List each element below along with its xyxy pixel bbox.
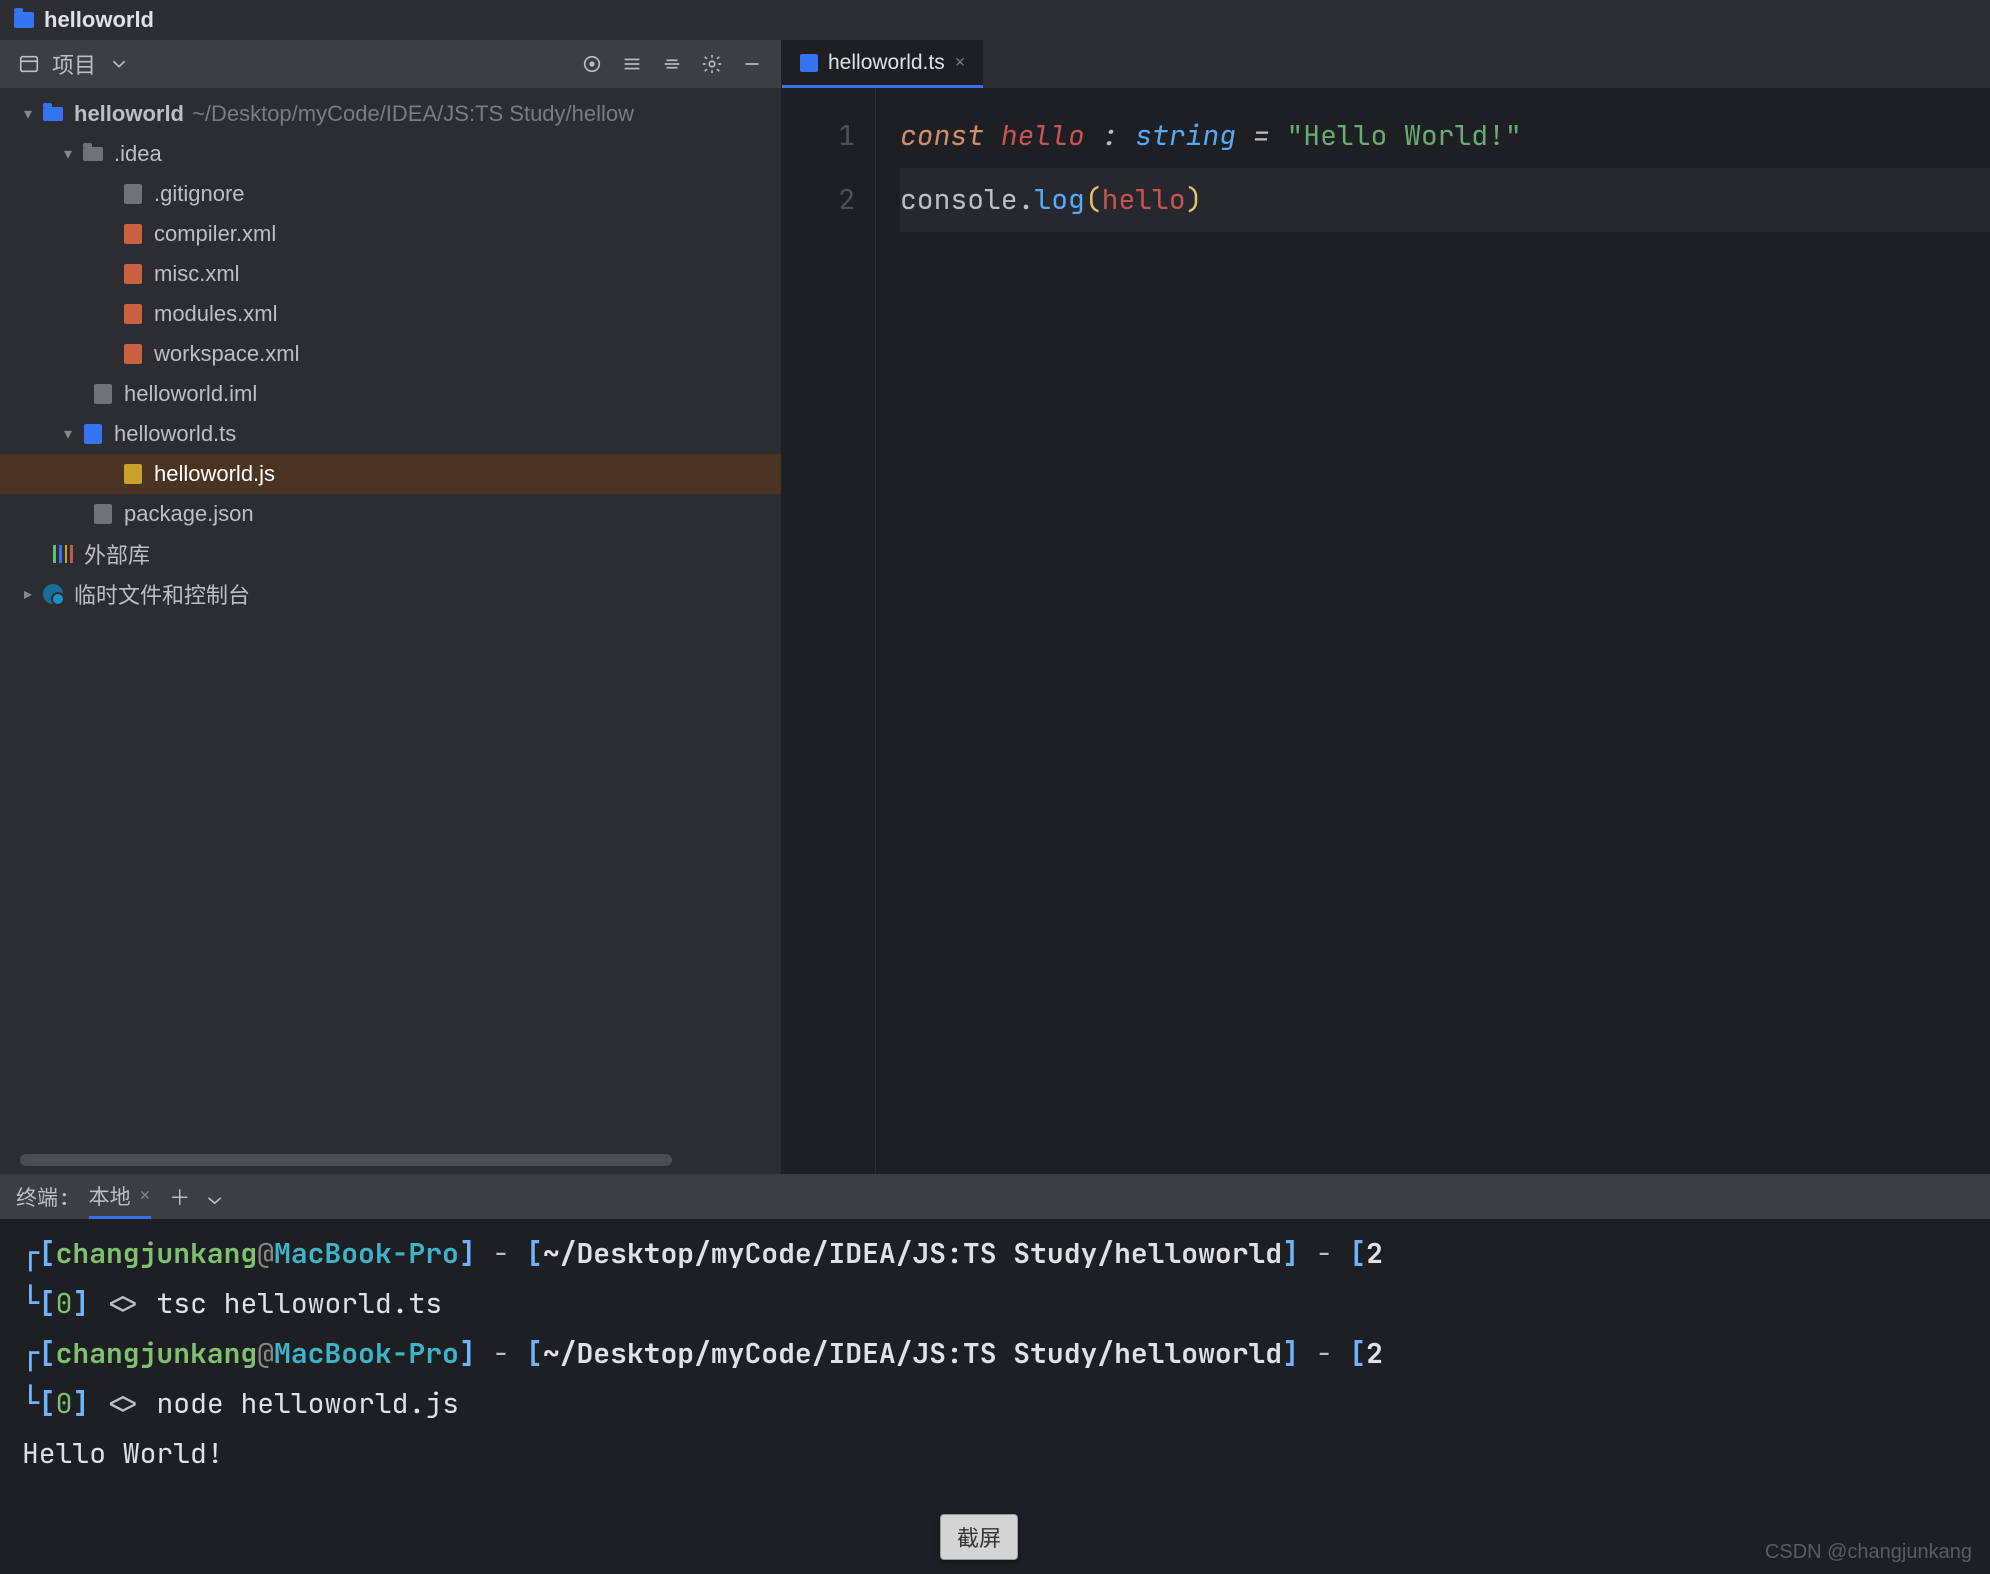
json-file-icon: [94, 504, 112, 524]
tree-root[interactable]: ▾ helloworld ~/Desktop/myCode/IDEA/JS:TS…: [0, 94, 781, 134]
tree-helloworld-js[interactable]: helloworld.js: [0, 454, 781, 494]
xml-file-icon: [124, 304, 142, 324]
chevron-down-icon: ▾: [18, 104, 38, 124]
screenshot-button[interactable]: 截屏: [940, 1514, 1018, 1560]
project-title: helloworld: [44, 7, 154, 33]
tree-label: helloworld.iml: [124, 381, 257, 407]
tree-compiler-xml[interactable]: compiler.xml: [0, 214, 781, 254]
xml-file-icon: [124, 344, 142, 364]
xml-file-icon: [124, 224, 142, 244]
js-file-icon: [124, 464, 142, 484]
chevron-down-icon: ▾: [58, 424, 78, 444]
code-line: console.log(hello): [900, 168, 1990, 232]
tree-misc-xml[interactable]: misc.xml: [0, 254, 781, 294]
expand-all-icon[interactable]: [619, 51, 645, 77]
tree-label: 临时文件和控制台: [74, 578, 250, 610]
line-number: 1: [782, 104, 855, 168]
window-titlebar: helloworld: [0, 0, 1990, 40]
close-icon[interactable]: ×: [139, 1182, 152, 1209]
tree-label: package.json: [124, 501, 254, 527]
chevron-down-icon: ▾: [58, 144, 78, 164]
gitignore-file-icon: [124, 184, 142, 204]
tree-label: compiler.xml: [154, 221, 276, 247]
xml-file-icon: [124, 264, 142, 284]
chevron-right-icon: ▸: [18, 584, 38, 604]
tree-external-libs[interactable]: 外部库: [0, 534, 781, 574]
tree-scratches[interactable]: ▸ 临时文件和控制台: [0, 574, 781, 614]
gear-icon[interactable]: [699, 51, 725, 77]
code-body[interactable]: const hello : string = "Hello World!" co…: [876, 88, 1990, 1174]
tree-modules-xml[interactable]: modules.xml: [0, 294, 781, 334]
tree-root-name: helloworld: [74, 101, 184, 127]
tree-label: workspace.xml: [154, 341, 299, 367]
tree-iml[interactable]: helloworld.iml: [0, 374, 781, 414]
add-terminal-button[interactable]: ＋: [169, 1182, 190, 1212]
tree-label: .gitignore: [154, 181, 245, 207]
terminal-tab-local[interactable]: 本地 ×: [89, 1175, 152, 1219]
folder-icon: [83, 147, 103, 161]
iml-file-icon: [94, 384, 112, 404]
line-gutter: 1 2: [782, 88, 876, 1174]
project-folder-icon: [14, 12, 34, 28]
terminal-tab-label: 本地: [89, 1181, 131, 1211]
libraries-icon: [53, 545, 73, 563]
line-number: 2: [782, 168, 855, 232]
sidebar-toolbar: 项目: [0, 40, 781, 88]
ts-file-icon: [84, 424, 102, 444]
editor-tab-helloworld-ts[interactable]: helloworld.ts ×: [782, 40, 983, 88]
tree-workspace-xml[interactable]: workspace.xml: [0, 334, 781, 374]
sidebar-horizontal-scrollbar[interactable]: [20, 1154, 761, 1166]
ts-file-icon: [800, 54, 818, 72]
terminal-panel-label: 终端:: [16, 1182, 71, 1212]
folder-icon: [43, 107, 63, 121]
tree-label: helloworld.ts: [114, 421, 236, 447]
project-sidebar: 项目 ▾ helloworld ~/Desktop/myCode/IDEA/JS…: [0, 40, 782, 1174]
tree-package-json[interactable]: package.json: [0, 494, 781, 534]
tree-label: helloworld.js: [154, 461, 275, 487]
terminal-tabs: 终端: 本地 × ＋ ⌄: [0, 1175, 1990, 1219]
tree-label: 外部库: [84, 538, 150, 570]
tree-gitignore[interactable]: .gitignore: [0, 174, 781, 214]
editor-area: helloworld.ts × 1 2 const hello : string…: [782, 40, 1990, 1174]
tree-idea-folder[interactable]: ▾ .idea: [0, 134, 781, 174]
hide-panel-icon[interactable]: [739, 51, 765, 77]
editor-tabs: helloworld.ts ×: [782, 40, 1990, 88]
code-editor[interactable]: 1 2 const hello : string = "Hello World!…: [782, 88, 1990, 1174]
sidebar-title: 项目: [52, 48, 96, 80]
scratch-icon: [43, 584, 63, 604]
tree-helloworld-ts[interactable]: ▾ helloworld.ts: [0, 414, 781, 454]
tree-label: misc.xml: [154, 261, 240, 287]
close-icon[interactable]: ×: [955, 52, 966, 73]
project-tree: ▾ helloworld ~/Desktop/myCode/IDEA/JS:TS…: [0, 88, 781, 1150]
tree-label: .idea: [114, 141, 162, 167]
watermark: CSDN @changjunkang: [1765, 1541, 1972, 1564]
terminal-dropdown-icon[interactable]: ⌄: [208, 1184, 221, 1211]
tree-root-path: ~/Desktop/myCode/IDEA/JS:TS Study/hellow: [192, 101, 634, 127]
dropdown-caret-icon[interactable]: [106, 51, 132, 77]
collapse-all-icon[interactable]: [659, 51, 685, 77]
code-line: const hello : string = "Hello World!": [900, 104, 1990, 168]
tree-label: modules.xml: [154, 301, 277, 327]
locate-icon[interactable]: [579, 51, 605, 77]
tab-label: helloworld.ts: [828, 51, 945, 75]
panel-icon[interactable]: [16, 51, 42, 77]
